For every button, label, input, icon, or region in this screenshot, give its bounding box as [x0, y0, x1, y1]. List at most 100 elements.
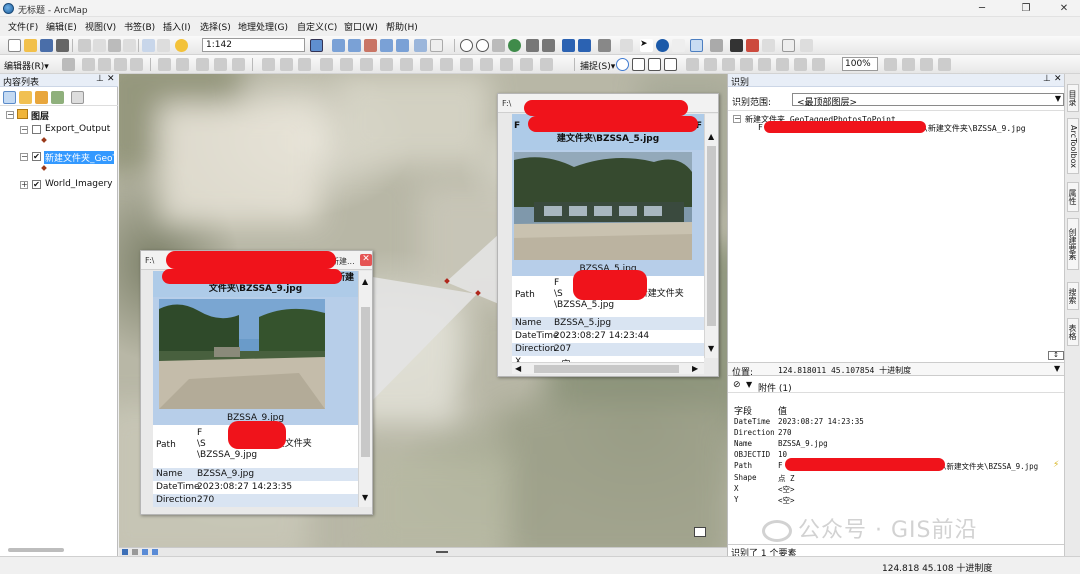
search-tab[interactable]: 搜索	[1067, 282, 1079, 310]
trim-icon[interactable]	[480, 58, 493, 71]
layer-1-label[interactable]: 新建文件夹_GeoTagged	[44, 151, 114, 164]
fixed-zoom-out-icon[interactable]	[542, 39, 555, 52]
properties-tab[interactable]: 属性	[1067, 182, 1079, 212]
chevron-down-icon[interactable]: ▼	[746, 380, 752, 389]
layout-zoom-icon[interactable]	[704, 58, 717, 71]
catalog-window-icon[interactable]	[364, 39, 377, 52]
smooth-icon[interactable]	[520, 58, 533, 71]
delete-icon[interactable]	[123, 39, 136, 52]
focus-data-frame-icon[interactable]	[902, 58, 915, 71]
point-icon[interactable]	[130, 58, 143, 71]
layer-2-checkbox[interactable]: ✔	[32, 180, 41, 189]
zoom-in-icon[interactable]	[460, 39, 473, 52]
menu-file[interactable]: 文件(F)	[8, 20, 38, 33]
hyperlink-icon[interactable]	[672, 39, 685, 52]
collapse-tree-icon[interactable]: −	[733, 115, 741, 123]
sketch-properties-icon[interactable]	[214, 58, 227, 71]
toggle-draft-icon[interactable]	[884, 58, 897, 71]
back-extent-icon[interactable]	[562, 39, 575, 52]
generalize-icon[interactable]	[500, 58, 513, 71]
layer-2-label[interactable]: World_Imagery	[45, 179, 113, 189]
minimize-button[interactable]: ─	[968, 2, 996, 15]
add-data-icon[interactable]	[175, 39, 188, 52]
pan-icon[interactable]	[492, 39, 505, 52]
select-features-icon[interactable]	[598, 39, 611, 52]
menu-bookmarks[interactable]: 书签(B)	[124, 20, 155, 33]
topology-icon[interactable]	[280, 58, 293, 71]
scroll-thumb[interactable]	[707, 146, 716, 326]
measure-icon[interactable]	[710, 39, 723, 52]
splitter-handle[interactable]	[436, 551, 448, 553]
scroll-right-icon[interactable]: ▶	[692, 364, 698, 373]
advanced-edit-icon[interactable]	[340, 58, 353, 71]
popup-vertical-scrollbar[interactable]: ▲ ▼	[358, 271, 372, 507]
georef-icon[interactable]	[262, 58, 275, 71]
zoom-out-icon[interactable]	[476, 39, 489, 52]
straight-segment-icon[interactable]	[82, 58, 95, 71]
table-tab[interactable]: 表格	[1067, 318, 1079, 346]
layout-icon[interactable]	[332, 39, 345, 52]
scroll-left-icon[interactable]: ◀	[515, 364, 521, 373]
scroll-down-icon[interactable]: ▼	[708, 344, 714, 353]
splitter-expand-icon[interactable]: ↕	[1048, 351, 1064, 360]
undo-icon[interactable]	[142, 39, 155, 52]
tree-feature-prefix[interactable]: F	[758, 123, 763, 132]
catalog-tab[interactable]: 目录	[1067, 84, 1079, 112]
arctoolbox-tab[interactable]: ArcToolbox	[1067, 118, 1079, 174]
print-icon[interactable]	[56, 39, 69, 52]
popup-horizontal-scrollbar[interactable]: ◀ ▶	[512, 362, 704, 374]
cut-icon[interactable]	[78, 39, 91, 52]
layout-zoom-100-icon[interactable]	[758, 58, 771, 71]
scroll-up-icon[interactable]: ▲	[362, 277, 368, 286]
split-icon[interactable]	[158, 58, 171, 71]
expand-layer-0-icon[interactable]: −	[20, 126, 28, 134]
list-by-visibility-icon[interactable]	[35, 91, 48, 104]
select-elements-icon[interactable]: ➤	[640, 39, 653, 52]
layout-whole-page-icon[interactable]	[740, 58, 753, 71]
menu-insert[interactable]: 插入(I)	[163, 20, 191, 33]
popup-vertical-scrollbar[interactable]: ▲ ▼	[704, 114, 718, 358]
expand-layer-1-icon[interactable]: −	[20, 153, 28, 161]
mirror-icon[interactable]	[380, 58, 393, 71]
pause-drawing-icon[interactable]	[152, 549, 158, 555]
new-document-icon[interactable]	[8, 39, 21, 52]
layer-0-checkbox[interactable]	[32, 125, 41, 134]
edit-tool-icon[interactable]	[62, 58, 75, 71]
trace-icon[interactable]	[114, 58, 127, 71]
map-tips-icon[interactable]	[694, 527, 706, 537]
pin-icon[interactable]: ⊥	[1043, 74, 1051, 84]
end-snapping-icon[interactable]	[632, 58, 645, 71]
lightning-icon[interactable]: ⚡	[1053, 460, 1059, 470]
scroll-down-icon[interactable]: ▼	[362, 493, 368, 502]
create-features-tab[interactable]: 创建要素	[1067, 218, 1079, 270]
menu-selection[interactable]: 选择(S)	[200, 20, 231, 33]
snapping-menu[interactable]: 捕捉(S)▾	[580, 59, 615, 72]
close-window-button[interactable]: ✕	[1050, 2, 1078, 15]
menu-geoprocessing[interactable]: 地理处理(G)	[238, 20, 288, 33]
menu-windows[interactable]: 窗口(W)	[344, 20, 378, 33]
copy-icon[interactable]	[93, 39, 106, 52]
identify-icon[interactable]	[656, 39, 669, 52]
editor-menu[interactable]: 编辑器(R)▾	[4, 59, 49, 72]
save-icon[interactable]	[40, 39, 53, 52]
menu-customize[interactable]: 自定义(C)	[297, 20, 337, 33]
list-by-selection-icon[interactable]	[51, 91, 64, 104]
scroll-thumb[interactable]	[534, 365, 679, 373]
layout-fixed-zoom-icon[interactable]	[812, 58, 825, 71]
menu-view[interactable]: 视图(V)	[85, 20, 116, 33]
scroll-up-icon[interactable]: ▲	[708, 132, 714, 141]
change-layout-icon[interactable]	[920, 58, 933, 71]
attributes-icon[interactable]	[196, 58, 209, 71]
end-point-arc-icon[interactable]	[98, 58, 111, 71]
scale-tool-icon[interactable]	[400, 58, 413, 71]
data-view-icon[interactable]	[122, 549, 128, 555]
layout-zoom-out-icon[interactable]	[722, 58, 735, 71]
attachments-label[interactable]: 附件 (1)	[758, 381, 792, 394]
collapse-layers-icon[interactable]: −	[6, 111, 14, 119]
fillet-icon[interactable]	[440, 58, 453, 71]
html-popup-icon[interactable]	[690, 39, 703, 52]
refresh-icon[interactable]	[142, 549, 148, 555]
identify-range-select[interactable]: <最顶部图层> ▼	[792, 93, 1064, 108]
rotate-icon[interactable]	[176, 58, 189, 71]
extend-icon[interactable]	[460, 58, 473, 71]
